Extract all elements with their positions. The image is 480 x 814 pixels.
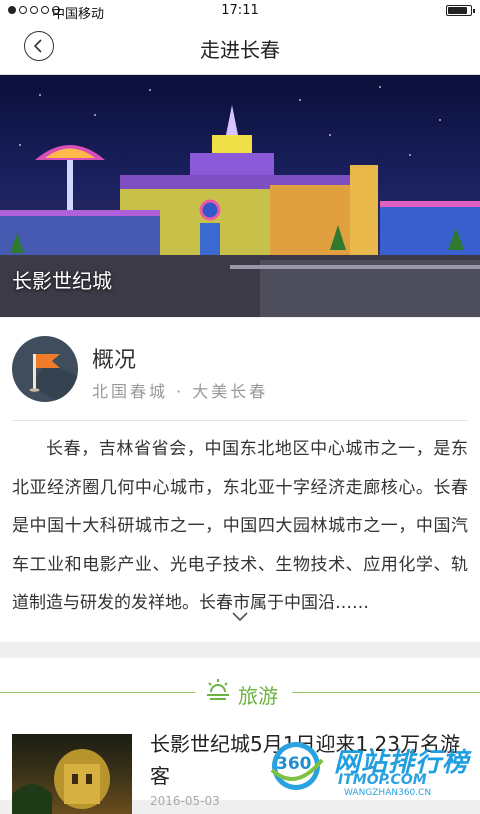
chevron-down-icon [232, 612, 248, 622]
divider [12, 420, 468, 421]
watermark-url: WANGZHAN360.CN [344, 788, 432, 798]
nav-header: 走进长春 [0, 22, 480, 75]
battery-icon [446, 5, 475, 16]
banner-carousel[interactable]: 长影世纪城 [0, 75, 480, 317]
status-bar: 中国移动 17:11 [0, 0, 480, 22]
watermark: 360 网站排行榜 ITMOP.COM WANGZHAN360.CN [262, 740, 480, 800]
sunrise-icon [207, 679, 229, 700]
travel-section-title: 旅游 [238, 684, 278, 708]
watermark-logo-text: 360 [276, 754, 312, 774]
watermark-sub: ITMOP.COM [338, 772, 427, 788]
status-time: 17:11 [221, 3, 259, 18]
divider [0, 692, 195, 693]
overview-title: 概况 [92, 348, 137, 373]
flag-icon [29, 354, 78, 402]
overview-avatar [12, 336, 78, 402]
overview-subtitle: 北国春城 · 大美长春 [92, 382, 269, 401]
expand-button[interactable] [229, 608, 251, 622]
divider [292, 692, 480, 693]
overview-card: 概况 北国春城 · 大美长春 长春，吉林省省会，中国东北地区中心城市之一，是东北… [0, 318, 480, 642]
banner-caption: 长影世纪城 [12, 269, 112, 293]
page-title: 走进长春 [200, 38, 280, 62]
article-thumbnail [12, 734, 132, 814]
overview-text: 长春，吉林省省会，中国东北地区中心城市之一，是东北亚经济圈几何中心城市，东北亚十… [12, 439, 468, 613]
article-date: 2016-05-03 [150, 794, 220, 808]
travel-section-header: 旅游 [0, 658, 480, 728]
